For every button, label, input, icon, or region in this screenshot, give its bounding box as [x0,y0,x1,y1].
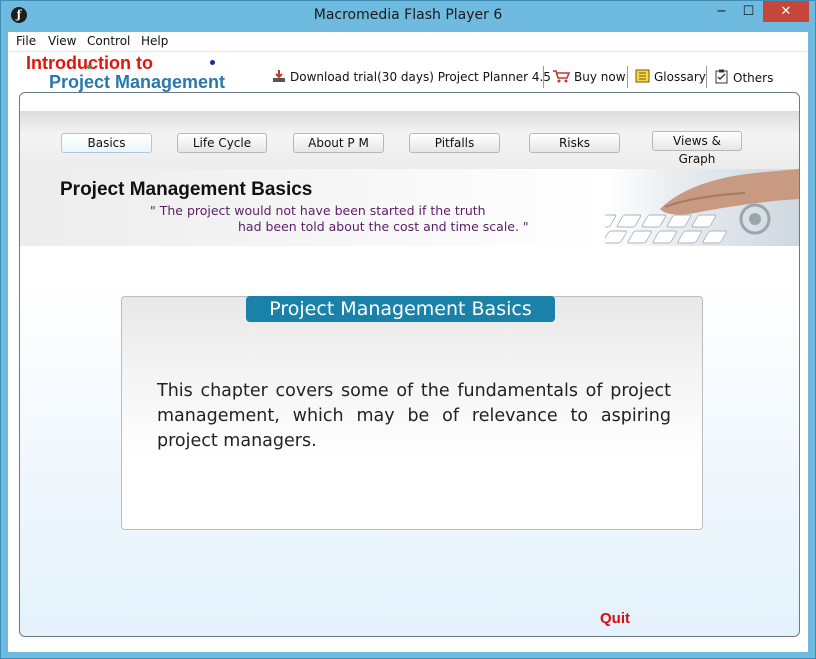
logo-line1: Introduction to [26,53,153,73]
divider [543,66,544,88]
menu-view[interactable]: View [48,34,76,48]
nav-risks[interactable]: Risks [529,133,620,153]
menu-file[interactable]: File [16,34,36,48]
menu-control[interactable]: Control [87,34,130,48]
title-bar[interactable]: ƒ Macromedia Flash Player 6 − ☐ ✕ [1,1,815,32]
panel-heading: Project Management Basics [246,296,555,322]
nav-basics[interactable]: Basics [61,133,152,153]
chapter-title: Project Management Basics [60,179,313,200]
window-title: Macromedia Flash Player 6 [313,7,503,23]
menu-help[interactable]: Help [141,34,168,48]
menu-bar: File View Control Help [8,32,808,52]
quote-line-2: had been told about the cost and time sc… [238,219,529,234]
download-trial-label: Download trial(30 days) Project Planner … [290,70,551,84]
divider [627,66,628,88]
hand-on-puzzle-image [605,169,799,246]
buy-now-link[interactable]: Buy now [552,69,626,87]
shopping-cart-icon [552,69,571,87]
client-area: File View Control Help Introduction to P… [8,32,808,652]
content-stage: Basics Life Cycle About P M Pitfalls Ris… [19,92,800,637]
close-button[interactable]: ✕ [763,1,809,22]
clipboard-icon [714,69,729,88]
flash-movie: Introduction to Project Management Downl… [8,52,808,652]
glossary-label: Glossary [654,70,706,84]
others-link[interactable]: Others [714,69,773,88]
book-icon [635,69,650,87]
quote-line-1: " The project would not have been starte… [150,203,486,218]
divider [706,66,707,88]
logo-line2: Project Management [49,72,226,92]
chapter-banner: Project Management Basics " The project … [20,169,799,246]
flash-player-window: ƒ Macromedia Flash Player 6 − ☐ ✕ File V… [0,0,816,659]
nav-views-graph[interactable]: Views & Graph [652,131,742,166]
nav-life-cycle[interactable]: Life Cycle [177,133,267,153]
others-label: Others [733,71,774,85]
download-icon [272,69,286,87]
maximize-button[interactable]: ☐ [735,1,762,22]
glossary-link[interactable]: Glossary [635,69,706,87]
minimize-button[interactable]: − [708,1,735,22]
content-panel: Project Management Basics This chapter c… [121,296,703,530]
nav-pitfalls[interactable]: Pitfalls [409,133,500,153]
panel-body-text: This chapter covers some of the fundamen… [157,381,671,451]
nav-about-pm[interactable]: About P M [293,133,384,153]
logo-dot-green [87,65,91,69]
logo-dot-blue [210,60,215,65]
quit-button[interactable]: Quit [600,610,630,627]
buy-now-label: Buy now [574,70,626,84]
nav-bar: Basics Life Cycle About P M Pitfalls Ris… [20,111,799,170]
download-trial-link[interactable]: Download trial(30 days) Project Planner … [272,69,551,87]
